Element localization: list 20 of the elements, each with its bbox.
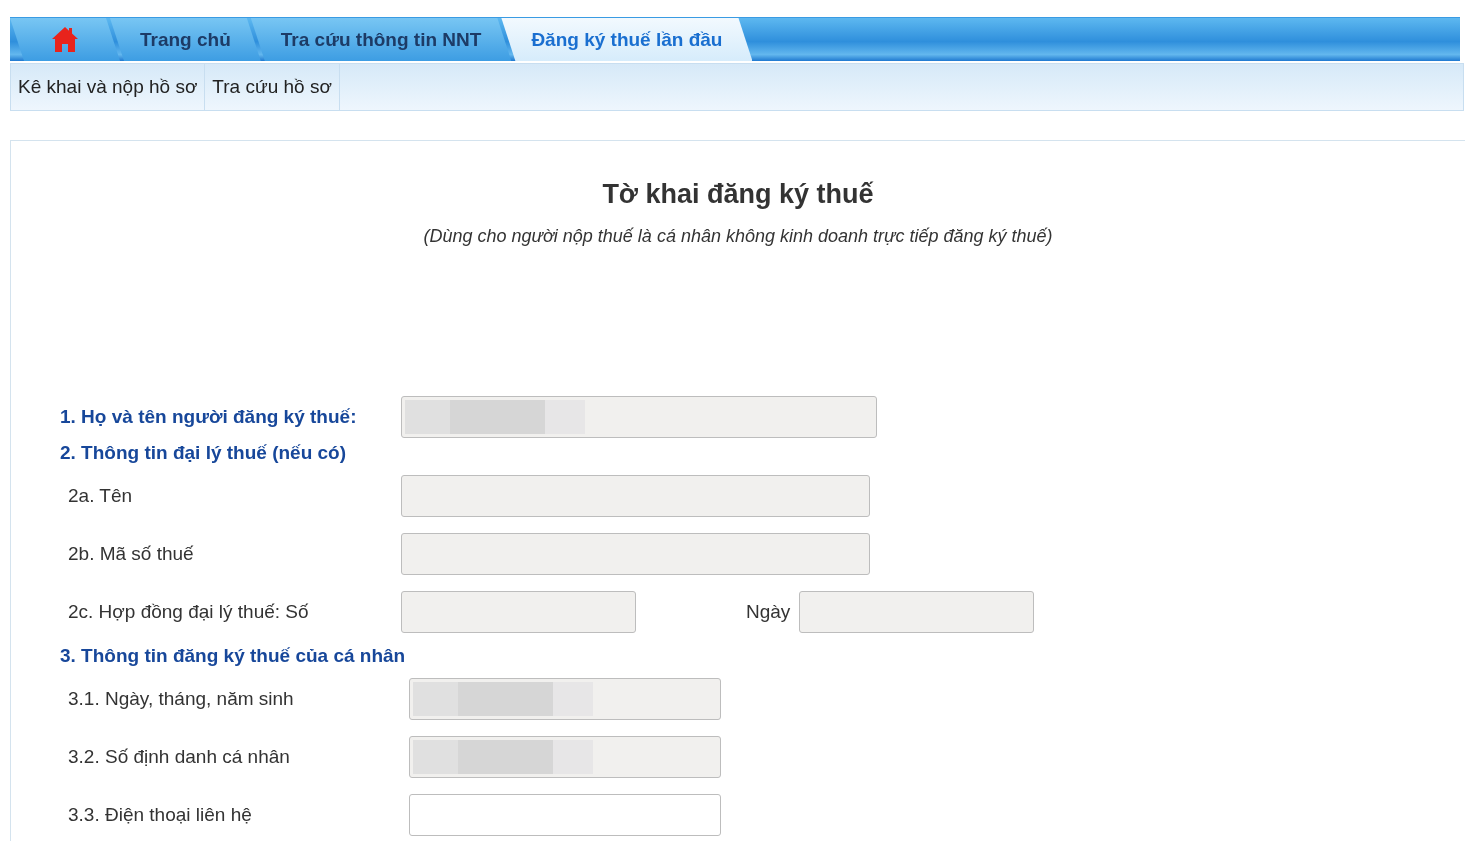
home-icon [51,26,79,53]
field-label: 2c. Hợp đồng đại lý thuế: Số [67,601,310,623]
field-label: Ngày [746,601,792,623]
form-title: Tờ khai đăng ký thuế [601,178,875,211]
home-tab[interactable] [10,18,120,61]
nav-tab[interactable]: Đăng ký thuế lần đầu [501,18,753,61]
menu-link[interactable]: Kê khai và nộp hồ sơ [11,64,206,110]
field-label: 3.2. Số định danh cá nhân [67,746,291,768]
input-field[interactable] [409,794,721,836]
section-heading: 1. Họ và tên người đăng ký thuế: [60,406,358,428]
field-label: 2a. Tên [67,485,134,507]
nav-tab[interactable]: Tra cứu thông tin NNT [250,18,512,61]
field-label: 3.1. Ngày, tháng, năm sinh [67,688,295,710]
nav-tab[interactable]: Trang chủ [110,18,261,61]
field-label: 3.3. Điện thoại liên hệ [67,804,253,826]
section-heading: 2. Thông tin đại lý thuế (nếu có) [60,441,348,464]
field-label: 2b. Mã số thuế [67,543,195,565]
menu-link[interactable]: Tra cứu hồ sơ [205,64,340,110]
section-heading: 3. Thông tin đăng ký thuế của cá nhân [60,644,406,667]
form-subtitle: (Dùng cho người nộp thuế là cá nhân không kinh doanh trực tiếp đăng ký thuế) [422,225,1054,248]
